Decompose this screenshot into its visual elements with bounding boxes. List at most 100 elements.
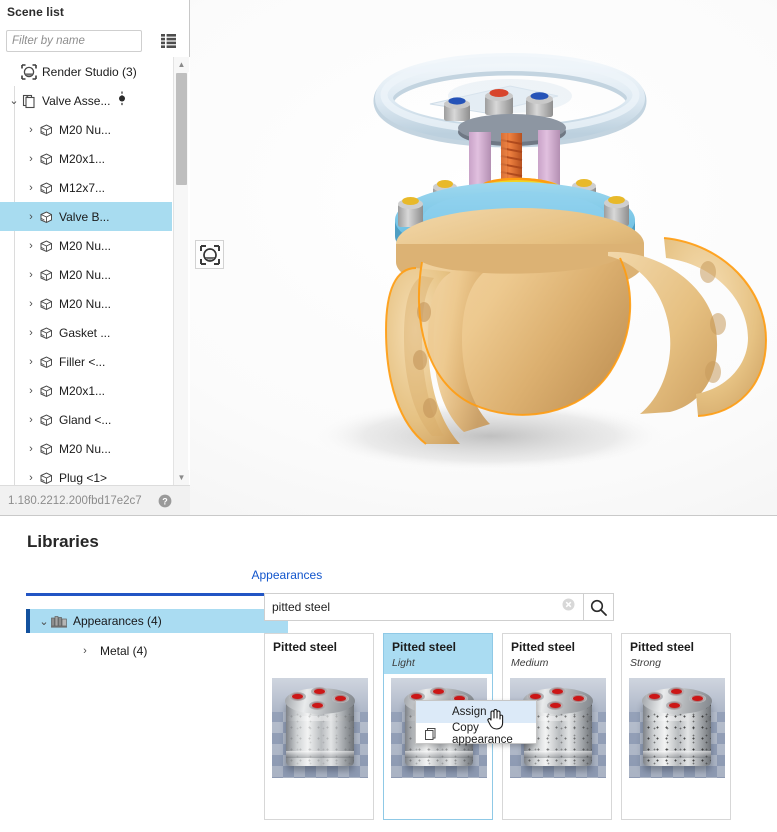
filter-row [6,30,184,52]
context-menu-assign-label: Assign [452,706,487,718]
appearance-card-name: Pitted steel [273,640,338,654]
scene-tree-item-label: M20 Nu... [59,267,112,282]
part-icon [38,151,54,167]
appearance-card-name: Pitted steel [392,640,457,654]
chevron-right-icon[interactable]: › [24,414,38,426]
scene-tree-item[interactable]: › M20x1... [0,144,172,173]
library-icon [51,615,67,628]
appearance-card-header: Pitted steel Medium [503,634,611,674]
appearance-thumbnail [272,678,368,778]
part-icon [38,209,54,225]
scrollbar-thumb[interactable] [176,73,187,185]
render-studio-badge-icon[interactable] [195,240,224,269]
scene-tree-item[interactable]: ⌄ Valve Asse... [0,86,172,115]
part-icon [38,383,54,399]
app-window: Scene list Filter by name Render Studio … [0,0,777,832]
chevron-right-icon[interactable]: › [24,356,38,368]
scroll-down-arrow[interactable]: ▼ [174,470,189,485]
scene-tree-item-label: Valve B... [59,209,110,224]
part-icon [38,412,54,428]
appearance-card-variant: Strong [630,657,661,669]
scene-tree-item[interactable]: › M20 Nu... [0,231,172,260]
context-menu-item-copy-appearance[interactable]: Copy appearance [416,722,536,746]
scene-tree-item[interactable]: › M20x1... [0,376,172,405]
appearance-thumbnail [629,678,725,778]
chevron-right-icon[interactable]: › [24,211,38,223]
scene-tree-item[interactable]: › M20 Nu... [0,115,172,144]
part-icon [38,180,54,196]
part-icon [38,267,54,283]
scene-tree-item-label: M20 Nu... [59,441,112,456]
library-tree-item-metal[interactable]: › Metal (4) [26,639,288,663]
render-studio-icon [21,63,37,80]
valve-assembly-model[interactable] [190,0,777,515]
scene-tree-item[interactable]: › Filler <... [0,347,172,376]
search-button[interactable] [584,593,614,621]
scene-tree-item[interactable]: › Valve B... [0,202,172,231]
part-icon [38,238,54,254]
library-glyph [51,615,67,628]
part-icon [38,122,54,138]
appearance-card-name: Pitted steel [511,640,576,654]
scene-tree-item[interactable]: › Plug <1> [0,463,172,485]
chevron-right-icon[interactable]: › [24,327,38,339]
chevron-right-icon[interactable]: › [24,443,38,455]
list-view-glyph [160,34,176,48]
part-icon [38,470,54,486]
chevron-right-icon[interactable]: › [78,645,92,657]
3d-viewport[interactable] [190,0,777,515]
svg-text:?: ? [162,496,168,506]
top-area: Scene list Filter by name Render Studio … [0,0,777,515]
scene-tree-item[interactable]: › M20 Nu... [0,289,172,318]
appearance-card-header: Pitted steel [265,634,373,674]
scene-tree-item-label: M20 Nu... [59,296,112,311]
tab-appearances[interactable]: Appearances [252,568,323,582]
appearance-card[interactable]: Pitted steel [264,633,374,820]
scene-tree-item[interactable]: Render Studio (3) [0,57,172,86]
render-studio-badge-glyph [199,244,220,265]
filter-input[interactable] [6,30,142,52]
scene-tree-scrollbar[interactable]: ▲ ▼ [173,57,189,485]
part-icon [38,354,54,370]
libraries-title: Libraries [27,532,99,551]
version-text: 1.180.2212.200fbd17e2c7 [8,494,142,507]
appearance-search-row [264,593,614,621]
chevron-right-icon[interactable]: › [24,240,38,252]
scroll-up-arrow[interactable]: ▲ [174,57,189,72]
scene-tree-item[interactable]: › Gasket ... [0,318,172,347]
scene-tree-item-label: M20 Nu... [59,238,112,253]
search-input[interactable] [265,594,562,620]
chevron-right-icon[interactable]: › [24,298,38,310]
library-tree-item-appearances[interactable]: ⌄ Appearances (4) [26,609,288,633]
scene-tree-item[interactable]: › M20 Nu... [0,434,172,463]
scene-tree-item-label: M20x1... [59,383,106,398]
scene-tree-item-label: Filler <... [59,354,106,369]
chevron-right-icon[interactable]: › [24,153,38,165]
scene-tree-item[interactable]: › Gland <... [0,405,172,434]
copy-icon [424,727,438,741]
help-glyph: ? [158,494,172,508]
chevron-right-icon[interactable]: › [24,385,38,397]
pin-icon[interactable] [117,91,127,110]
appearance-card-variant: Medium [511,657,549,669]
scene-tree-item-label: Plug <1> [59,470,108,485]
chevron-right-icon[interactable]: › [24,472,38,484]
scene-tree-item[interactable]: › M20 Nu... [0,260,172,289]
appearance-card-name: Pitted steel [630,640,695,654]
libraries-tree: ⌄ Appearances (4) › Metal (4) [26,609,288,669]
scene-tree-item-label: Valve Asse... [42,93,111,108]
chevron-right-icon[interactable]: › [24,182,38,194]
help-icon[interactable]: ? [158,494,172,513]
clear-icon[interactable] [562,598,575,616]
scene-tree-item[interactable]: › M12x7... [0,173,172,202]
chevron-right-icon[interactable]: › [24,269,38,281]
chevron-down-icon[interactable]: ⌄ [37,615,51,628]
assembly-icon [21,93,37,109]
context-menu-item-assign[interactable]: Assign [416,701,536,723]
chevron-right-icon[interactable]: › [24,124,38,136]
chevron-down-icon[interactable]: ⌄ [7,94,21,107]
appearance-card[interactable]: Pitted steel Strong [621,633,731,820]
scene-list-title: Scene list [7,5,65,19]
part-icon [38,325,54,341]
list-view-icon[interactable] [156,30,180,52]
